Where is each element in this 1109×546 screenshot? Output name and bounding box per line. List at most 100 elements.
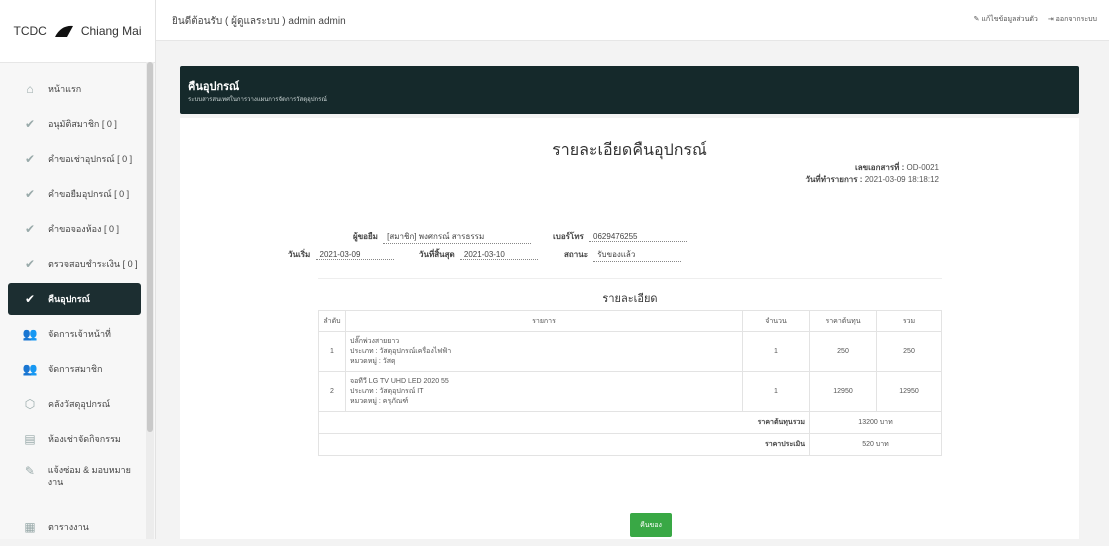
item-group: หมวดหมู่ : วัสดุ [350, 357, 396, 365]
check-icon: ✔ [24, 152, 36, 166]
table-header-row: ลำดับ รายการ จำนวน ราคาต้นทุน รวม [318, 310, 942, 332]
wrench-icon: ✎ [973, 16, 980, 23]
check-icon: ✔ [24, 257, 36, 271]
content-card: รายละเอียดคืนอุปกรณ์ เลขเอกสารที่ : OD-0… [180, 118, 1079, 539]
sidebar-nav: ⌂ หน้าแรก ✔ อนุมัติสมาชิก [ 0 ] ✔ คำขอเช… [0, 70, 145, 546]
cell-item: จอทีวี LG TV UHD LED 2020 55 ประเภท : วั… [345, 371, 743, 412]
sidebar-item-return-equipment[interactable]: ✔ คืนอุปกรณ์ [8, 283, 141, 315]
sidebar-item-label: คำขอยืมอุปกรณ์ [ 0 ] [48, 189, 130, 199]
sidebar-item-repairs[interactable]: ✎ แจ้งซ่อม & มอบหมายงาน [8, 458, 141, 508]
requester-field: ผู้ขอยืม [สมาชิก] พงศกรณ์ สารธรรม [353, 230, 532, 244]
item-name: ปลั๊กพ่วงสายยาว [350, 337, 400, 345]
item-name: จอทีวี LG TV UHD LED 2020 55 [350, 377, 449, 385]
items-table: ลำดับ รายการ จำนวน ราคาต้นทุน รวม 1 ปลั๊… [318, 310, 942, 456]
assessed-price-label: ราคาประเมิน [318, 433, 810, 456]
return-button[interactable]: คืนของ [630, 513, 672, 537]
col-header-qty: จำนวน [742, 310, 810, 332]
status-value: รับของแล้ว [593, 248, 682, 262]
sidebar-item-label: หน้าแรก [48, 84, 82, 94]
requester-value: [สมาชิก] พงศกรณ์ สารธรรม [383, 230, 532, 244]
cell-cost: 250 [809, 331, 877, 372]
item-group: หมวดหมู่ : ครุภัณฑ์ [350, 397, 409, 405]
sum-cost-value: 13200 บาท [809, 411, 942, 434]
start-date-label: วันเริ่ม [288, 250, 311, 259]
sidebar-item-label: คำขอเช่าอุปกรณ์ [ 0 ] [48, 154, 133, 164]
status-label: สถานะ [564, 250, 588, 259]
col-header-total: รวม [876, 310, 942, 332]
sidebar-item-room-requests[interactable]: ✔ คำขอจองห้อง [ 0 ] [8, 213, 141, 245]
sidebar-item-label: คลังวัสดุอุปกรณ์ [48, 399, 111, 409]
details-heading: รายละเอียด [318, 278, 942, 307]
doc-date-value: 2021-03-09 18:18:12 [864, 175, 939, 184]
sidebar-item-label: อนุมัติสมาชิก [ 0 ] [48, 119, 117, 129]
sidebar-item-payments[interactable]: ✔ ตรวจสอบชำระเงิน [ 0 ] [8, 248, 141, 280]
logout-link[interactable]: ⇥ ออกจากระบบ [1048, 14, 1097, 25]
phone-value: 0629476255 [589, 232, 688, 242]
end-date-label: วันที่สิ้นสุด [419, 250, 455, 259]
doc-date-label: วันที่ทำรายการ : [805, 175, 863, 184]
sum-cost-row: ราคาต้นทุนรวม 13200 บาท [318, 411, 942, 434]
page-header: คืนอุปกรณ์ ระบบสารสนเทศในการวางแผนการจัด… [180, 66, 1079, 114]
check-icon: ✔ [24, 187, 36, 201]
users-icon: 👥 [22, 327, 38, 341]
start-date-value: 2021-03-09 [315, 250, 394, 260]
calendar-icon: ▦ [24, 520, 36, 534]
sidebar-item-label: จัดการสมาชิก [48, 364, 103, 374]
cell-total: 250 [876, 331, 942, 372]
logo-text: TCDC [13, 24, 47, 38]
sidebar-item-borrow-requests[interactable]: ✔ คำขอยืมอุปกรณ์ [ 0 ] [8, 178, 141, 210]
cell-cost: 12950 [809, 371, 877, 412]
item-type: ประเภท : วัสดุอุปกรณ์ IT [350, 387, 424, 395]
logo[interactable]: TCDC Chiang Mai [0, 0, 155, 63]
doc-no-value: OD-0021 [906, 163, 939, 172]
sidebar-item-label: คำขอจองห้อง [ 0 ] [48, 224, 119, 234]
logout-label: ออกจากระบบ [1055, 16, 1097, 23]
logo-city: Chiang Mai [80, 24, 142, 38]
sidebar-item-rooms[interactable]: ▤ ห้องเช่าจัดกิจกรรม [8, 423, 141, 455]
sidebar-item-staff[interactable]: 👥 จัดการเจ้าหน้าที่ [8, 318, 141, 350]
start-date-field: วันเริ่ม 2021-03-09 [288, 248, 394, 261]
sidebar-item-members[interactable]: 👥 จัดการสมาชิก [8, 353, 141, 385]
phone-field: เบอร์โทร 0629476255 [553, 230, 688, 243]
check-icon: ✔ [24, 222, 36, 236]
sidebar-item-label: ตรวจสอบชำระเงิน [ 0 ] [48, 259, 138, 269]
phone-label: เบอร์โทร [553, 232, 584, 241]
sidebar-item-label: คืนอุปกรณ์ [48, 294, 90, 304]
requester-label: ผู้ขอยืม [353, 232, 378, 241]
page-title: คืนอุปกรณ์ [188, 81, 240, 93]
sidebar-item-label: ห้องเช่าจัดกิจกรรม [48, 434, 121, 444]
cell-no: 2 [318, 371, 346, 412]
table-row: 2 จอทีวี LG TV UHD LED 2020 55 ประเภท : … [318, 371, 942, 412]
sidebar-item-schedule[interactable]: ▦ ตารางงาน [8, 511, 141, 543]
sum-cost-label: ราคาต้นทุนรวม [318, 411, 810, 434]
col-header-cost: ราคาต้นทุน [809, 310, 877, 332]
sidebar-item-home[interactable]: ⌂ หน้าแรก [8, 73, 141, 105]
status-field: สถานะ รับของแล้ว [564, 248, 682, 262]
cell-qty: 1 [742, 371, 810, 412]
check-icon: ✔ [24, 117, 36, 131]
sidebar-item-inventory[interactable]: ⬡ คลังวัสดุอุปกรณ์ [8, 388, 141, 420]
table-row: 1 ปลั๊กพ่วงสายยาว ประเภท : วัสดุอุปกรณ์เ… [318, 331, 942, 372]
page-subtitle: ระบบสารสนเทศในการวางแผนการจัดการวัสดุอุป… [188, 97, 327, 103]
sidebar-item-label: แจ้งซ่อม & มอบหมายงาน [47, 465, 131, 487]
assessed-price-value: 520 บาท [809, 433, 942, 456]
end-date-field: วันที่สิ้นสุด 2021-03-10 [419, 248, 538, 261]
cell-item: ปลั๊กพ่วงสายยาว ประเภท : วัสดุอุปกรณ์เคร… [345, 331, 743, 372]
assessed-price-row: ราคาประเมิน 520 บาท [318, 433, 942, 456]
sidebar-item-label: ตารางงาน [48, 522, 89, 532]
cubes-icon: ⬡ [24, 397, 36, 411]
check-icon: ✔ [24, 292, 36, 306]
top-links: ✎ แก้ไขข้อมูลส่วนตัว ⇥ ออกจากระบบ [974, 14, 1097, 25]
topbar: ยินดีต้อนรับ ( ผู้ดูแลระบบ ) admin admin… [156, 0, 1109, 41]
room-icon: ▤ [24, 432, 36, 446]
edit-profile-link[interactable]: ✎ แก้ไขข้อมูลส่วนตัว [974, 14, 1038, 25]
document-meta: เลขเอกสารที่ : OD-0021 วันที่ทำรายการ : … [805, 162, 939, 186]
sidebar-item-approve-members[interactable]: ✔ อนุมัติสมาชิก [ 0 ] [8, 108, 141, 140]
end-date-value: 2021-03-10 [459, 250, 538, 260]
cell-total: 12950 [876, 371, 942, 412]
sidebar-item-label: จัดการเจ้าหน้าที่ [48, 329, 111, 339]
home-icon: ⌂ [26, 82, 34, 96]
cell-no: 1 [318, 331, 346, 372]
sidebar-scroll-thumb[interactable] [147, 62, 153, 432]
sidebar-item-rent-requests[interactable]: ✔ คำขอเช่าอุปกรณ์ [ 0 ] [8, 143, 141, 175]
